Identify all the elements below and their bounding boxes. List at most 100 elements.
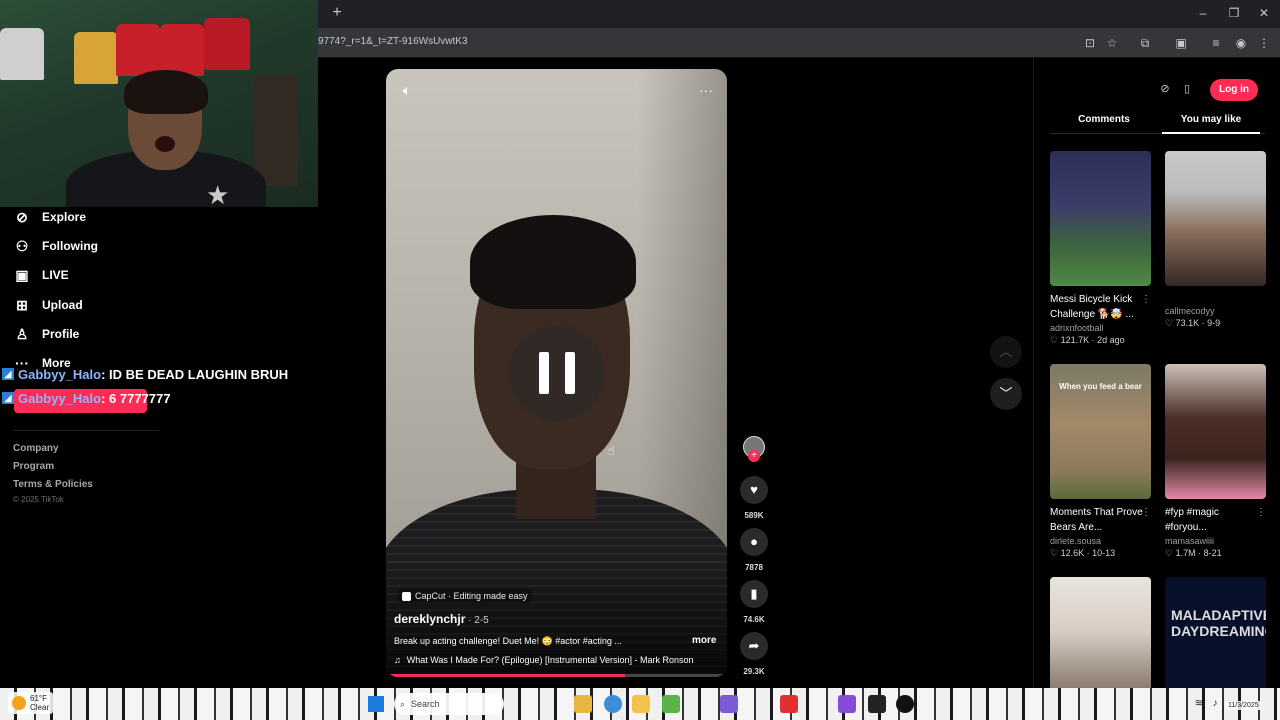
app-icon[interactable] [720, 695, 738, 713]
tab-comments[interactable]: Comments [1054, 114, 1154, 125]
footer-link-program[interactable]: Program [13, 461, 54, 472]
weather-widget[interactable]: 61°F Clear [8, 692, 54, 714]
video-thumbnail: When you feed a bear [1050, 364, 1151, 499]
pause-icon [539, 352, 549, 394]
chat-text: : ID BE DEAD LAUGHIN BRUH [101, 366, 289, 382]
card-menu-icon[interactable]: ⋮ [1256, 505, 1266, 520]
card-menu-icon[interactable]: ⋮ [1141, 505, 1151, 520]
sidebar-item-live[interactable]: ▣ LIVE [14, 264, 69, 286]
post-date: · 2-5 [465, 615, 489, 626]
card-title: #fyp #magic #foryou... ⋮ [1165, 505, 1266, 533]
sidebar-item-label: Explore [42, 210, 87, 224]
card-title: Messi Bicycle Kick Challenge 🐕🤯 ... ⋮ [1050, 292, 1151, 320]
footer-link-company[interactable]: Company [13, 443, 59, 454]
share-button[interactable]: ➦ [740, 632, 768, 660]
sidebar-item-upload[interactable]: ⊞ Upload [14, 294, 83, 316]
tab-you-may-like[interactable]: You may like [1161, 114, 1261, 125]
media-controls-icon[interactable]: ≡ [1207, 34, 1225, 52]
weather-sun-icon [12, 696, 26, 710]
sidebar-item-label: Following [42, 239, 98, 253]
caption-more-link[interactable]: more [692, 635, 716, 646]
music-title: What Was I Made For? (Epilogue) [Instrum… [406, 655, 694, 665]
footer-link-terms[interactable]: Terms & Policies [13, 479, 93, 490]
card-menu-icon[interactable]: ⋮ [1141, 292, 1151, 307]
mouse-cursor-icon: ☝︎ [607, 443, 615, 458]
jersey-image [116, 24, 160, 76]
address-bar[interactable]: 9774?_r=1&_t=ZT-916WsUvwtK3 ⊡ ☆ ⧉ ▣ ≡ ◉ … [318, 28, 1280, 58]
next-video-button[interactable]: ﹀ [990, 378, 1022, 410]
sidebar-item-label: Upload [42, 298, 83, 312]
chat-badge-icon: ◢ [2, 368, 14, 380]
profile-icon[interactable]: ◉ [1232, 34, 1250, 52]
chat-username: Gabbyy_Halo [18, 366, 102, 382]
recommended-video-card[interactable]: When you feed a bear Moments That Prove … [1050, 364, 1151, 559]
author-name: dereklynchjr [394, 612, 466, 626]
capcut-app-icon[interactable] [868, 695, 886, 713]
obs-app-icon[interactable] [896, 695, 914, 713]
thumbnail-overlay-text: MALADAPTIVE DAYDREAMING [1171, 607, 1266, 639]
capcut-icon [402, 591, 411, 601]
install-app-icon[interactable]: ⊡ [1081, 34, 1099, 52]
recommended-video-card[interactable]: callmecodyy ♡ 73.1K · 9-9 [1165, 151, 1266, 329]
comment-button[interactable]: ● [740, 528, 768, 556]
nvidia-app-icon[interactable] [662, 695, 680, 713]
music-track[interactable]: ♫ What Was I Made For? (Epilogue) [Instr… [394, 655, 718, 665]
volume-icon[interactable]: 🔈︎ [398, 81, 416, 99]
streamer-mouth [155, 136, 175, 152]
video-author[interactable]: dereklynchjr · 2-5 [394, 612, 489, 626]
wifi-icon[interactable]: ≋ [1192, 697, 1206, 711]
live-icon: ▣ [15, 267, 29, 283]
taskbar-date[interactable]: 11/3/2025 [1226, 701, 1261, 710]
bookmark-star-icon[interactable]: ☆ [1103, 34, 1121, 52]
follow-plus-icon[interactable]: + [748, 450, 760, 462]
more-options-icon[interactable]: ··· [697, 81, 715, 99]
window-close-button[interactable]: ✕ [1249, 4, 1279, 22]
window-minimize-button[interactable]: – [1188, 4, 1218, 22]
window-restore-button[interactable]: ❐ [1219, 4, 1249, 22]
recommendation-panel: ⊘ ▯ Log in Comments You may like Messi B… [1033, 58, 1280, 712]
chrome-menu-icon[interactable]: ⋮ [1255, 34, 1273, 52]
chevron-up-icon: ︿ [999, 344, 1013, 359]
phone-icon[interactable]: ▯ [1178, 80, 1196, 98]
sidebar-item-explore[interactable]: ⊘ Explore [14, 206, 86, 228]
taskbar-search[interactable]: ⌕ Search [394, 693, 504, 715]
extensions-icon[interactable]: ⧉ [1136, 34, 1154, 52]
capcut-text: CapCut · Editing made easy [415, 591, 528, 601]
sidebar-item-following[interactable]: ⚇ Following [14, 235, 98, 257]
explore-compass-icon[interactable]: ⊘ [1156, 80, 1174, 98]
rockstar-app-icon[interactable] [574, 695, 592, 713]
sidebar-item-label: LIVE [42, 268, 69, 282]
shoe-shelf [254, 76, 298, 186]
new-tab-button[interactable]: + [328, 4, 346, 22]
file-explorer-icon[interactable] [632, 695, 650, 713]
video-progress-bar[interactable] [386, 674, 727, 677]
video-progress-fill [386, 674, 625, 677]
youtube-app-icon[interactable] [780, 695, 798, 713]
music-note-icon: ♫ [394, 655, 401, 665]
login-button[interactable]: Log in [1210, 79, 1258, 101]
heart-icon: ♥ [750, 482, 758, 497]
thumbnail-overlay-text: When you feed a bear [1059, 382, 1142, 391]
browser-tab-bar: + – ❐ ✕ [318, 0, 1280, 28]
card-author: dirlete.sousa [1050, 536, 1102, 546]
previous-video-button[interactable]: ︿ [990, 336, 1022, 368]
recommended-video-card[interactable]: #fyp #magic #foryou... ⋮ mamasawiiii ♡ 1.… [1165, 364, 1266, 559]
sidebar-item-profile[interactable]: ♙ Profile [14, 323, 80, 345]
url-text[interactable]: 9774?_r=1&_t=ZT-916WsUvwtK3 [318, 36, 468, 47]
sidebar-icon[interactable]: ▣ [1172, 34, 1190, 52]
capcut-tag[interactable]: CapCut · Editing made easy [398, 589, 532, 603]
recommended-video-card[interactable]: Messi Bicycle Kick Challenge 🐕🤯 ... ⋮ adr… [1050, 151, 1151, 346]
save-button[interactable]: ▮ [740, 580, 768, 608]
video-player[interactable]: 🔈︎ ··· CapCut · Editing made easy derekl… [386, 69, 727, 677]
card-author: mamasawiiii [1165, 536, 1215, 546]
like-button[interactable]: ♥ [740, 476, 768, 504]
sidebar-divider [13, 430, 159, 431]
bookmark-icon: ▮ [750, 586, 758, 601]
compass-icon: ⊘ [16, 209, 28, 225]
windows-start-icon[interactable] [368, 696, 384, 712]
card-title: Moments That Prove Bears Are... ⋮ [1050, 505, 1151, 533]
app-icon[interactable] [838, 695, 856, 713]
chrome-app-icon[interactable] [604, 695, 622, 713]
pause-button[interactable] [509, 325, 605, 421]
volume-tray-icon[interactable]: ♪ [1208, 697, 1222, 711]
